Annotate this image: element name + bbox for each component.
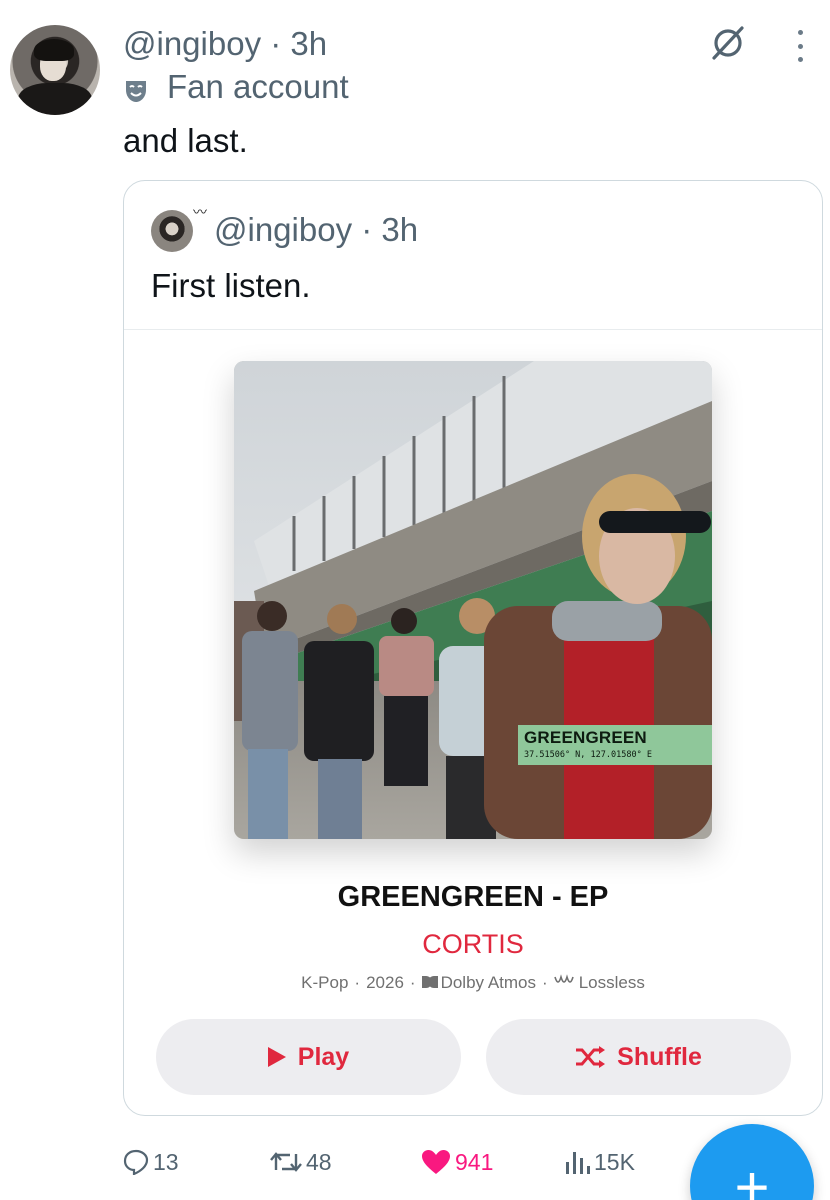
avatar-shirt bbox=[18, 83, 92, 115]
author-handle-timestamp[interactable]: @ingiboy · 3h bbox=[123, 25, 327, 63]
album-dolby: Dolby Atmos bbox=[440, 973, 537, 992]
account-label-text: Fan account bbox=[167, 68, 349, 105]
reply-count: 13 bbox=[153, 1148, 179, 1175]
dolby-icon bbox=[421, 973, 438, 993]
shuffle-button[interactable]: Shuffle bbox=[486, 1019, 791, 1095]
grok-icon[interactable] bbox=[706, 20, 750, 64]
theater-mask-icon bbox=[123, 74, 149, 102]
meta-separator: · bbox=[542, 973, 548, 992]
divider bbox=[124, 329, 822, 330]
play-icon bbox=[267, 1047, 286, 1067]
quoted-post-text: First listen. bbox=[151, 267, 311, 304]
repost-count: 48 bbox=[306, 1148, 332, 1175]
account-label: Fan account bbox=[123, 68, 349, 106]
lossless-icon bbox=[553, 973, 576, 993]
like-count: 941 bbox=[455, 1148, 494, 1175]
cover-coordinates: 37.51506° N, 127.01580° E bbox=[524, 750, 652, 760]
album-cover-art bbox=[234, 361, 712, 839]
like-button[interactable]: 941 bbox=[421, 1140, 493, 1184]
author-avatar[interactable] bbox=[10, 25, 100, 115]
heart-icon bbox=[421, 1149, 451, 1175]
views-chart-icon bbox=[564, 1150, 590, 1174]
cover-title: GREENGREEN bbox=[524, 728, 647, 747]
album-genre: K-Pop bbox=[301, 973, 349, 992]
more-dot bbox=[797, 57, 803, 62]
post-text: and last. bbox=[123, 122, 248, 159]
repost-icon bbox=[270, 1150, 302, 1174]
avatar-hair bbox=[34, 39, 74, 61]
album-artist[interactable]: CORTIS bbox=[124, 929, 822, 960]
plus-icon: + bbox=[734, 1154, 770, 1200]
reply-button[interactable]: 13 bbox=[123, 1140, 179, 1184]
quoted-author-avatar bbox=[151, 210, 193, 252]
more-dot bbox=[797, 43, 803, 49]
views-button[interactable]: 15K bbox=[564, 1140, 635, 1184]
views-count: 15K bbox=[594, 1148, 635, 1175]
quoted-handle-timestamp: @ingiboy · 3h bbox=[214, 211, 419, 248]
album-title[interactable]: GREENGREEN - EP bbox=[124, 881, 822, 914]
meta-separator: · bbox=[409, 973, 416, 992]
album-year: 2026 bbox=[366, 973, 404, 992]
repost-button[interactable]: 48 bbox=[270, 1140, 332, 1184]
more-options-icon[interactable] bbox=[790, 28, 810, 64]
play-button[interactable]: Play bbox=[156, 1019, 461, 1095]
play-label: Play bbox=[297, 1042, 350, 1071]
shuffle-icon bbox=[575, 1046, 606, 1068]
reply-icon bbox=[123, 1149, 149, 1175]
quoted-post[interactable]: 〰 @ingiboy · 3h First listen. GREENGREEN… bbox=[123, 180, 823, 1116]
avatar-decoration-icon: 〰 bbox=[193, 204, 207, 220]
more-dot bbox=[797, 30, 803, 35]
album-meta: K-Pop · 2026 · Dolby Atmos · Lossless bbox=[124, 973, 822, 993]
album-cover[interactable]: GREENGREEN 37.51506° N, 127.01580° E bbox=[234, 361, 712, 839]
album-lossless: Lossless bbox=[578, 973, 645, 992]
compose-post-button[interactable]: + bbox=[690, 1124, 814, 1200]
shuffle-label: Shuffle bbox=[617, 1042, 702, 1071]
meta-separator: · bbox=[354, 973, 361, 992]
